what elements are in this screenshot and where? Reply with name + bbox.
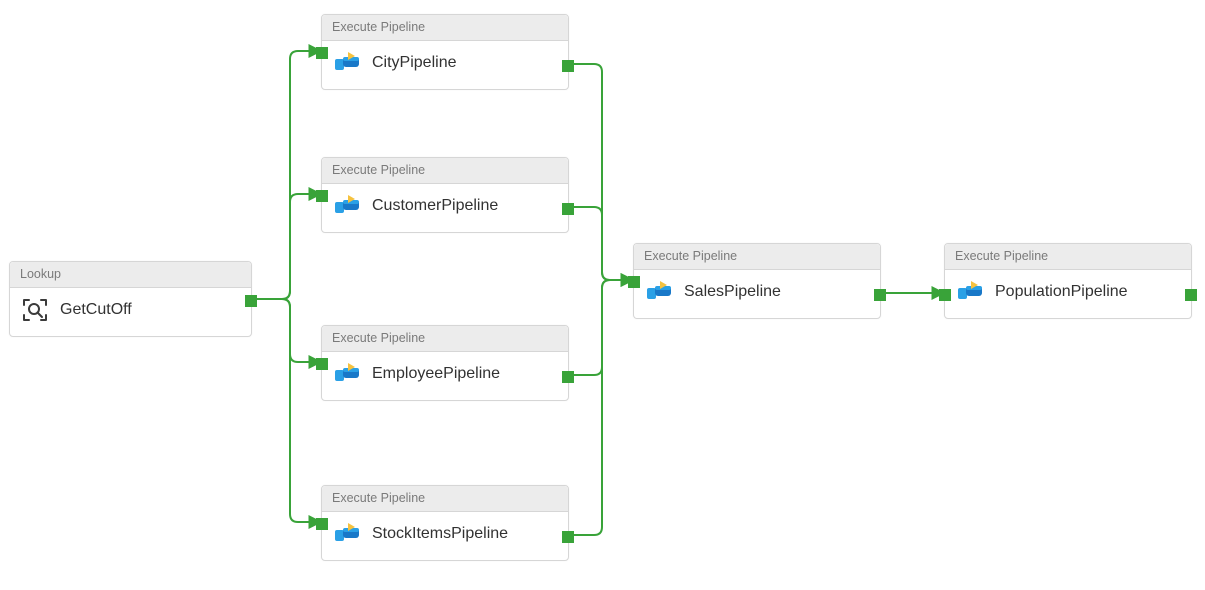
node-name: EmployeePipeline	[372, 365, 500, 383]
input-port[interactable]	[316, 47, 328, 59]
input-port[interactable]	[316, 518, 328, 530]
input-port[interactable]	[939, 289, 951, 301]
output-port[interactable]	[245, 295, 257, 307]
lookup-icon	[22, 298, 48, 322]
node-type-label: Execute Pipeline	[945, 244, 1191, 270]
node-sales[interactable]: Execute Pipeline SalesPipeline	[633, 243, 881, 319]
node-population[interactable]: Execute Pipeline PopulationPipeline	[944, 243, 1192, 319]
node-name: CustomerPipeline	[372, 197, 498, 215]
input-port[interactable]	[316, 358, 328, 370]
input-port[interactable]	[316, 190, 328, 202]
pipeline-icon	[334, 522, 360, 546]
output-port[interactable]	[874, 289, 886, 301]
node-type-label: Execute Pipeline	[322, 486, 568, 512]
output-port[interactable]	[562, 60, 574, 72]
node-name: SalesPipeline	[684, 283, 781, 301]
node-type-label: Execute Pipeline	[322, 326, 568, 352]
node-name: CityPipeline	[372, 54, 456, 72]
pipeline-icon	[646, 280, 672, 304]
node-getcutoff[interactable]: Lookup GetCutOff	[9, 261, 252, 337]
node-type-label: Lookup	[10, 262, 251, 288]
pipeline-icon	[957, 280, 983, 304]
node-stockitems[interactable]: Execute Pipeline StockItemsPipeline	[321, 485, 569, 561]
node-name: GetCutOff	[60, 301, 132, 319]
output-port[interactable]	[562, 371, 574, 383]
pipeline-icon	[334, 51, 360, 75]
node-customer[interactable]: Execute Pipeline CustomerPipeline	[321, 157, 569, 233]
node-type-label: Execute Pipeline	[322, 15, 568, 41]
node-employee[interactable]: Execute Pipeline EmployeePipeline	[321, 325, 569, 401]
pipeline-canvas[interactable]: Lookup GetCutOff Execute Pipeline	[0, 0, 1205, 590]
node-type-label: Execute Pipeline	[322, 158, 568, 184]
node-name: PopulationPipeline	[995, 283, 1128, 301]
pipeline-icon	[334, 362, 360, 386]
node-type-label: Execute Pipeline	[634, 244, 880, 270]
node-city[interactable]: Execute Pipeline CityPipeline	[321, 14, 569, 90]
node-name: StockItemsPipeline	[372, 525, 508, 543]
output-port[interactable]	[562, 203, 574, 215]
input-port[interactable]	[628, 276, 640, 288]
output-port[interactable]	[562, 531, 574, 543]
pipeline-icon	[334, 194, 360, 218]
output-port[interactable]	[1185, 289, 1197, 301]
